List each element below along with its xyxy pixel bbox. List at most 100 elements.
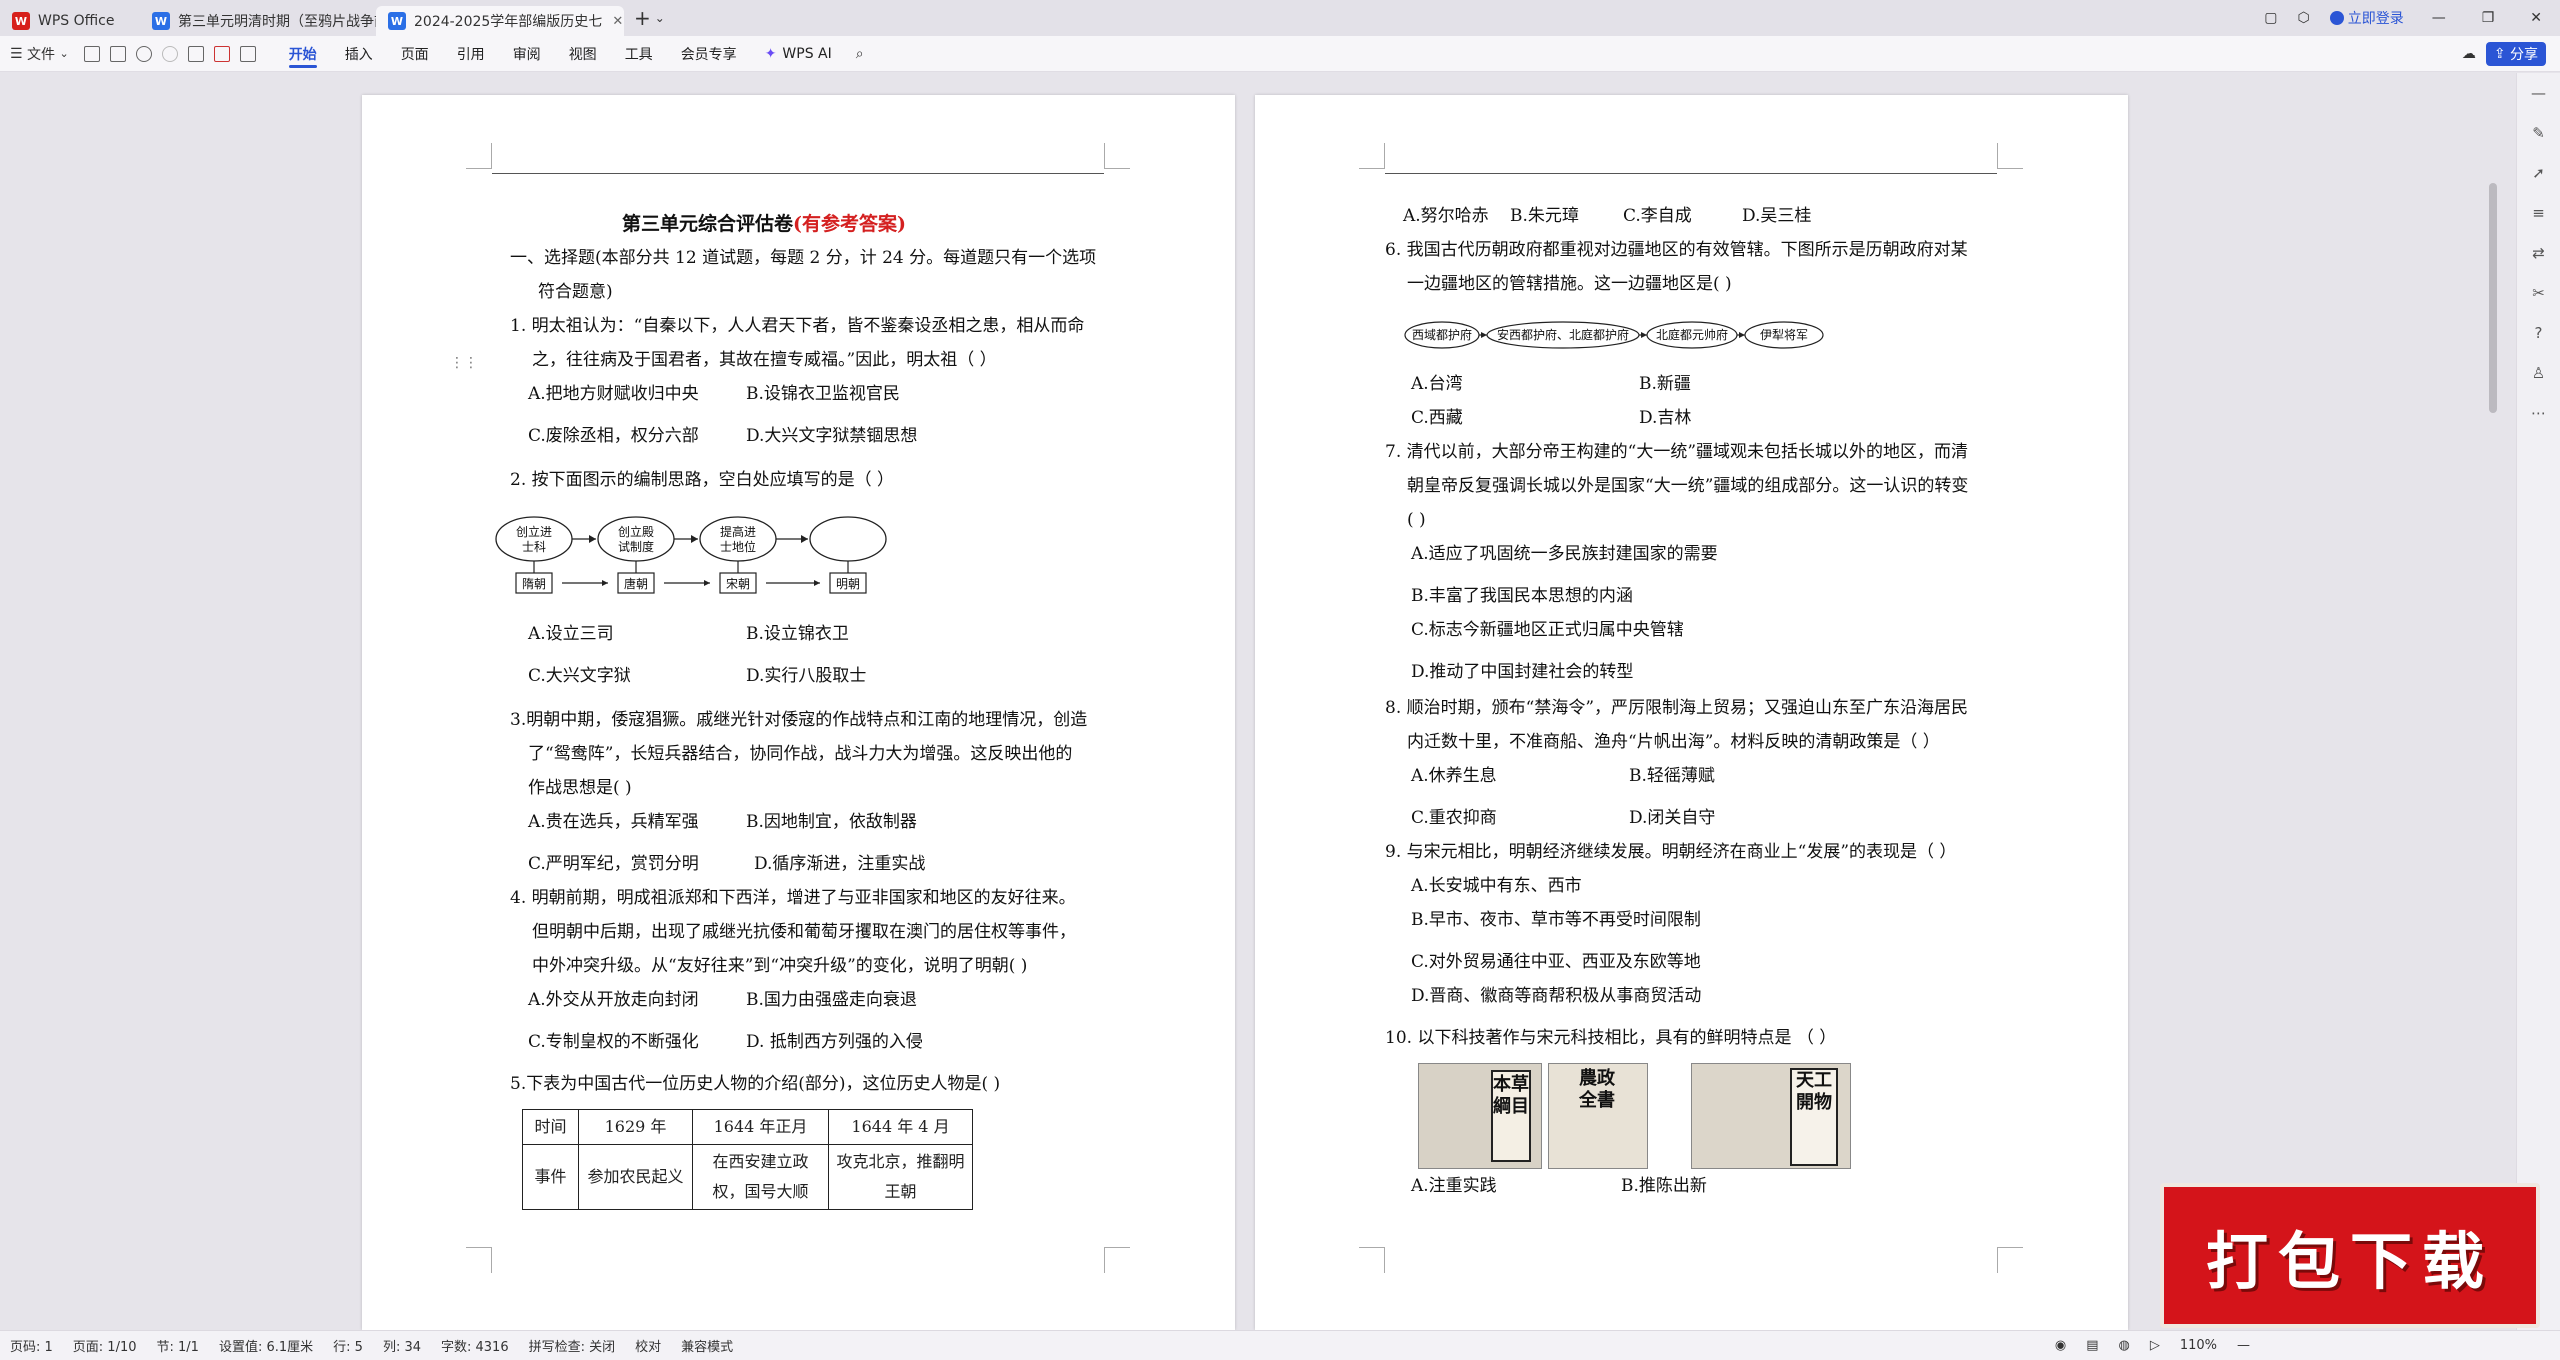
ribbon-toolbar: ☰ 文件 ⌄ 开始 插入 页面 引用 审阅 视图 工具 会员专享 ✦ WPS AI…	[0, 36, 2560, 72]
status-proofread[interactable]: 校对	[625, 1336, 671, 1355]
eye-icon[interactable]: ◉	[2045, 1338, 2076, 1353]
book-title: 農政全書	[1579, 1068, 1615, 1111]
status-wordcount[interactable]: 字数: 4316	[431, 1336, 519, 1355]
page-1[interactable]: 第三单元综合评估卷(有参考答案) 一、选择题(本部分共 12 道试题，每题 2 …	[362, 95, 1235, 1330]
crop-mark	[466, 143, 492, 169]
restore-button[interactable]: ❐	[2464, 3, 2513, 33]
question-6: 6. 我国古代历朝政府都重视对边疆地区的有效管辖。下图所示是历朝政府对某	[1385, 240, 1968, 260]
redo-icon[interactable]	[161, 45, 178, 62]
status-spellcheck[interactable]: 拼写检查: 关闭	[519, 1336, 626, 1355]
close-tab-icon[interactable]: ✕	[612, 14, 623, 29]
question-10: 10. 以下科技著作与宋元科技相比，具有的鲜明特点是 （ ）	[1385, 1028, 1837, 1048]
tab-wps-office[interactable]: W WPS Office	[0, 6, 140, 36]
wps-ai-button[interactable]: ✦ WPS AI	[751, 36, 846, 72]
diagram-label: 宋朝	[726, 576, 750, 591]
print-icon[interactable]	[109, 45, 126, 62]
table-row: 时间 1629 年 1644 年正月 1644 年 4 月	[522, 1109, 973, 1145]
option: A.注重实践	[1411, 1176, 1497, 1196]
drag-handle-icon[interactable]: ⋮⋮	[450, 355, 478, 371]
section-heading: 一、选择题(本部分共 12 道试题，每题 2 分，计 24 分。每道题只有一个选…	[510, 248, 1097, 268]
download-banner[interactable]: 打包下载	[2160, 1183, 2540, 1328]
tab-home[interactable]: 开始	[275, 36, 331, 72]
edit-icon[interactable]: ✎	[2529, 123, 2549, 143]
crop-mark	[1359, 143, 1385, 169]
vertical-scrollbar[interactable]	[2489, 183, 2497, 413]
diagram-ellipse	[809, 516, 887, 562]
crop-mark	[1104, 143, 1130, 169]
format-painter-icon[interactable]	[187, 45, 204, 62]
status-section[interactable]: 节: 1/1	[147, 1336, 209, 1355]
option: D.推动了中国封建社会的转型	[1411, 662, 1634, 682]
status-compat: 兼容模式	[681, 1340, 734, 1355]
option: D.晋商、徽商等商帮积极从事商贸活动	[1411, 986, 1702, 1006]
format-icon[interactable]: ≡	[2529, 203, 2549, 223]
option: A.贵在选兵，兵精军强	[528, 812, 699, 832]
status-setting[interactable]: 设置值: 6.1厘米	[209, 1336, 323, 1355]
diagram-label: 唐朝	[624, 576, 648, 591]
question-4: 但明朝中后期，出现了戚继光抗倭和葡萄牙攫取在澳门的居住权等事件，	[532, 922, 1076, 942]
more-icon[interactable]: ⋯	[2529, 403, 2549, 423]
question-8: 内迁数十里，不准商船、渔舟“片帆出海”。材料反映的清朝政策是（ ）	[1407, 732, 1940, 752]
status-page[interactable]: 页码: 1	[0, 1336, 63, 1355]
new-tab-button[interactable]: + ⌄	[624, 3, 675, 33]
document-canvas[interactable]: 第三单元综合评估卷(有参考答案) 一、选择题(本部分共 12 道试题，每题 2 …	[0, 73, 2516, 1330]
option: A.努尔哈赤	[1403, 206, 1489, 226]
cloud-sync-icon[interactable]: ☁	[2452, 39, 2486, 69]
tab-insert[interactable]: 插入	[331, 36, 387, 72]
option: B.丰富了我国民本思想的内涵	[1411, 586, 1633, 606]
tools-icon[interactable]: ✂	[2529, 283, 2549, 303]
close-window-button[interactable]: ✕	[2512, 3, 2560, 33]
tab-membership[interactable]: 会员专享	[667, 36, 751, 72]
diagram-label: 安西都护府、北庭都护府	[1497, 327, 1629, 342]
undo-icon[interactable]	[135, 45, 152, 62]
book-title: 天工開物	[1790, 1068, 1838, 1166]
option: C.废除丞相，权分六部	[528, 426, 699, 446]
status-pages[interactable]: 页面: 1/10	[63, 1336, 147, 1355]
header-line	[492, 173, 1104, 174]
table-cell: 1644 年正月	[692, 1109, 829, 1145]
status-bar: 页码: 1 页面: 1/10 节: 1/1 设置值: 6.1厘米 行: 5 列:…	[0, 1330, 2560, 1360]
question-3: 了“鸳鸯阵”，长短兵器结合，协同作战，战斗力大为增强。这反映出他的	[528, 744, 1073, 764]
page-view-icon[interactable]: ▤	[2076, 1338, 2108, 1353]
diagram-arrowhead	[814, 580, 820, 586]
replace-icon[interactable]: ⇄	[2529, 243, 2549, 263]
option: A.设立三司	[528, 624, 614, 644]
tab-tools[interactable]: 工具	[611, 36, 667, 72]
tab-page[interactable]: 页面	[387, 36, 443, 72]
tab-doc-2[interactable]: W 2024-2025学年部编版历史七 ✕	[376, 6, 624, 36]
collapse-icon[interactable]: —	[2529, 83, 2549, 103]
image-icon[interactable]	[239, 45, 256, 62]
option: A.适应了巩固统一多民族封建国家的需要	[1411, 544, 1718, 564]
help-icon[interactable]: ?	[2529, 323, 2549, 343]
pointer-icon[interactable]: ➚	[2529, 163, 2549, 183]
tab-references[interactable]: 引用	[443, 36, 499, 72]
book-image: 本草綱目	[1418, 1063, 1542, 1169]
save-icon[interactable]	[83, 45, 100, 62]
file-menu[interactable]: ☰ 文件 ⌄	[0, 39, 79, 69]
diagram-arrowhead	[1481, 332, 1487, 338]
share-button[interactable]: ⇪ 分享	[2485, 41, 2546, 66]
minimize-button[interactable]: —	[2414, 3, 2464, 33]
option: C.大兴文字狱	[528, 666, 631, 686]
tab-view[interactable]: 视图	[555, 36, 611, 72]
tab-review[interactable]: 审阅	[499, 36, 555, 72]
diagram-ellipse	[699, 516, 777, 562]
export-pdf-icon[interactable]	[213, 45, 230, 62]
option: D.大兴文字狱禁锢思想	[746, 426, 918, 446]
login-button[interactable]: 立即登录	[2320, 3, 2414, 33]
search-icon[interactable]: ⌕	[846, 39, 874, 69]
window-layout-icon[interactable]: ▢	[2254, 3, 2287, 33]
cube-icon[interactable]: ⬡	[2287, 3, 2319, 33]
web-view-icon[interactable]: ◍	[2108, 1338, 2139, 1353]
option: B.因地制宜，依敌制器	[746, 812, 917, 832]
table-row: 事件 参加农民起义 在西安建立政权，国号大顺 攻克北京，推翻明王朝	[522, 1144, 973, 1210]
zoom-out-icon[interactable]: —	[2227, 1338, 2260, 1353]
zoom-level[interactable]: 110%	[2170, 1338, 2227, 1353]
play-icon[interactable]: ▷	[2140, 1338, 2170, 1353]
page-2[interactable]: A.努尔哈赤 B.朱元璋 C.李自成 D.吴三桂 6. 我国古代历朝政府都重视对…	[1255, 95, 2128, 1330]
tab-doc-1[interactable]: W第三单元明清时期（至鸦片战争前）	[140, 6, 376, 36]
shirt-icon[interactable]: ♙	[2529, 363, 2549, 383]
diagram-arrowhead	[704, 580, 710, 586]
crop-mark	[1104, 1247, 1130, 1273]
option: D.吴三桂	[1742, 206, 1812, 226]
